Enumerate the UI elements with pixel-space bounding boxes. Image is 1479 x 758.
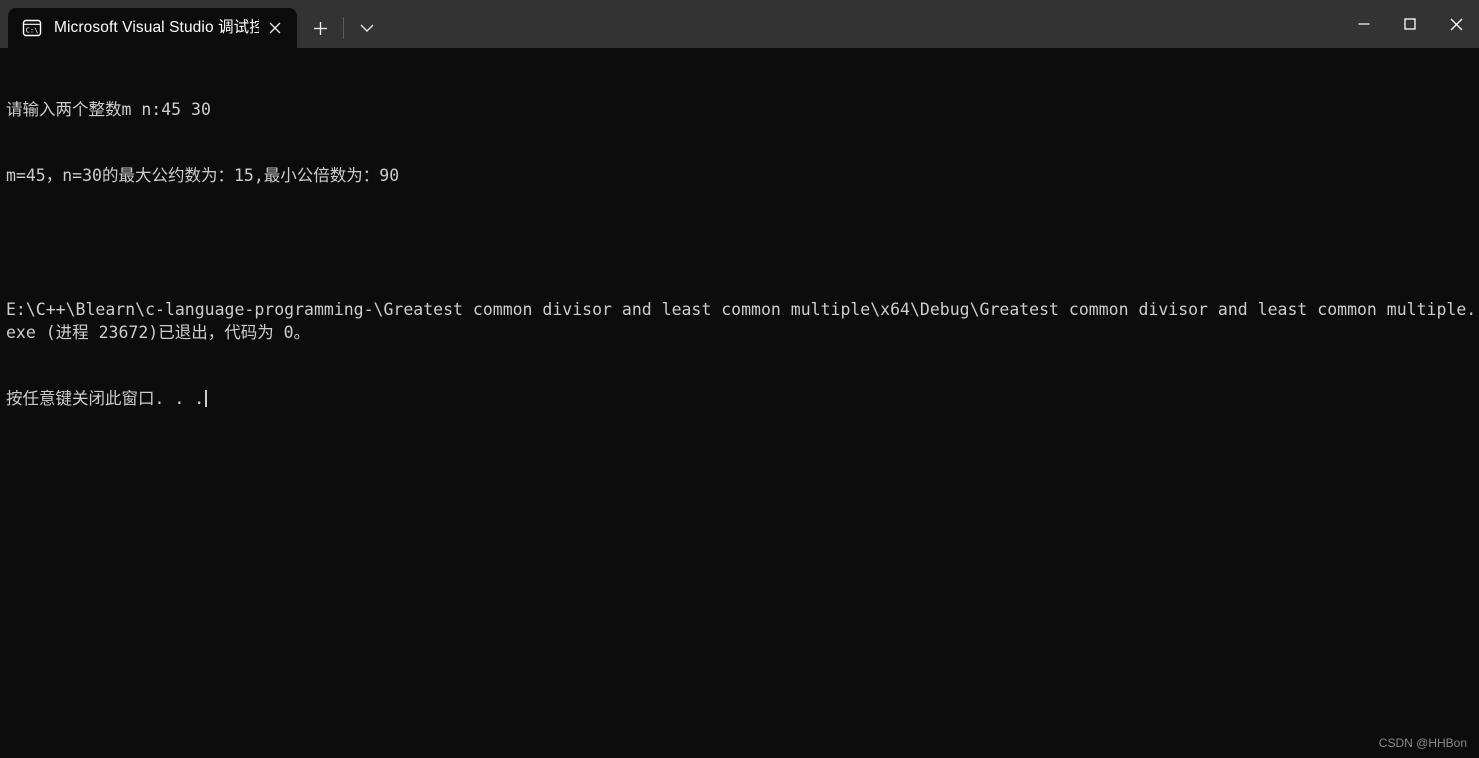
maximize-button[interactable] (1387, 0, 1433, 48)
console-line-press-any-key: 按任意键关闭此窗口. . . (6, 388, 1479, 410)
tab-strip: C:\ Microsoft Visual Studio 调试控 (0, 0, 388, 48)
console-text: 请输入两个整数m n:45 30 m=45，n=30的最大公约数为：15,最小公… (6, 54, 1479, 455)
new-tab-button[interactable] (299, 10, 341, 46)
watermark: CSDN @HHBon (1378, 736, 1467, 750)
text-cursor (205, 390, 208, 408)
toolbar-separator (343, 17, 344, 39)
console-line-prompt-input: 请输入两个整数m n:45 30 (6, 99, 211, 119)
title-bar: C:\ Microsoft Visual Studio 调试控 (0, 0, 1479, 48)
window-controls (1341, 0, 1479, 48)
console-line-press-any-key-text: 按任意键关闭此窗口. . . (6, 389, 205, 409)
console-cmd-icon: C:\ (22, 18, 42, 38)
console-output-area[interactable]: 请输入两个整数m n:45 30 m=45，n=30的最大公约数为：15,最小公… (0, 48, 1479, 758)
close-window-button[interactable] (1433, 0, 1479, 48)
console-line-exe-path-exit: E:\C++\Blearn\c-language-programming-\Gr… (6, 300, 1477, 342)
tab-close-icon[interactable] (259, 13, 291, 43)
terminal-window: C:\ Microsoft Visual Studio 调试控 请输入两个整数m… (0, 0, 1479, 758)
chevron-down-icon[interactable] (346, 10, 388, 46)
svg-text:C:\: C:\ (26, 26, 39, 34)
console-line-result: m=45，n=30的最大公约数为：15,最小公倍数为：90 (6, 166, 400, 186)
tab-actions (297, 8, 388, 48)
minimize-button[interactable] (1341, 0, 1387, 48)
tab-visual-studio-debug-console[interactable]: C:\ Microsoft Visual Studio 调试控 (8, 8, 297, 48)
console-line-blank (6, 232, 1479, 254)
tab-title: Microsoft Visual Studio 调试控 (54, 19, 259, 36)
